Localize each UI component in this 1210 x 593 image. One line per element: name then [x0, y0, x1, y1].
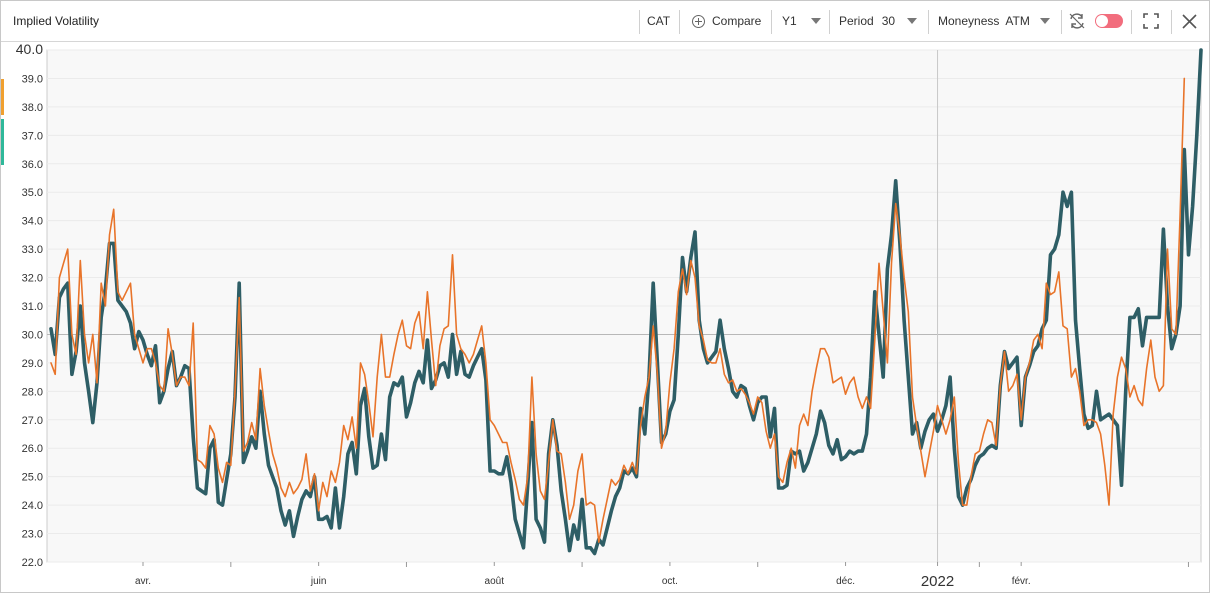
- refresh-button[interactable]: [1068, 1, 1086, 41]
- y-tick-label: 28.0: [22, 386, 43, 398]
- y-tick-label: 39.0: [22, 73, 43, 85]
- ticker-button[interactable]: CAT: [647, 1, 670, 41]
- y-tick-label: 31.0: [22, 301, 43, 313]
- separator: [679, 10, 680, 34]
- y-tick-label: 36.0: [22, 159, 43, 171]
- range-value: Y1: [782, 14, 797, 28]
- separator: [1171, 10, 1172, 34]
- volatility-chart: 22.0 23.0 24.0 25.0 26.0 27.0 28.0 29.0 30.0 31.0…: [16, 42, 1203, 590]
- separator: [1131, 10, 1132, 34]
- y-tick-label: 25.0: [22, 472, 43, 484]
- y-tick-label: 29.0: [22, 358, 43, 370]
- separator: [1061, 10, 1062, 34]
- title-bar: Implied Volatility CAT Compare Y1 Period…: [1, 1, 1209, 42]
- y-tick-label: 27.0: [22, 415, 43, 427]
- fullscreen-button[interactable]: [1143, 1, 1159, 41]
- chart-window: Implied Volatility CAT Compare Y1 Period…: [0, 0, 1210, 593]
- moneyness-value: ATM: [1005, 14, 1030, 28]
- toggle-knob: [1096, 15, 1108, 27]
- period-label: Period: [839, 14, 874, 28]
- x-tick-label: juin: [310, 576, 327, 587]
- y-tick-label: 22.0: [22, 557, 43, 569]
- y-tick-label: 26.0: [22, 443, 43, 455]
- close-icon: [1182, 13, 1197, 29]
- caret-down-icon: [1039, 18, 1050, 24]
- moneyness-label: Moneyness: [938, 14, 1000, 28]
- plus-circle-icon: [692, 14, 705, 28]
- x-tick-label: févr.: [1012, 576, 1031, 587]
- range-dropdown[interactable]: Y1: [782, 1, 821, 41]
- separator: [928, 10, 929, 34]
- compare-label: Compare: [712, 14, 762, 28]
- x-tick-label: 2022: [921, 573, 954, 590]
- caret-down-icon: [810, 18, 821, 24]
- caret-down-icon: [907, 18, 918, 24]
- period-value: 30: [881, 14, 896, 28]
- compare-button[interactable]: Compare: [692, 1, 761, 41]
- y-tick-label: 35.0: [22, 187, 43, 199]
- close-button[interactable]: [1182, 1, 1197, 41]
- y-tick-label: 37.0: [22, 130, 43, 142]
- ticker-label: CAT: [647, 14, 671, 28]
- period-dropdown[interactable]: Period 30: [839, 1, 918, 41]
- y-tick-label: 33.0: [22, 244, 43, 256]
- y-tick-label: 32.0: [22, 273, 43, 285]
- x-tick-label: oct.: [662, 576, 678, 587]
- y-tick-label: 34.0: [22, 216, 43, 228]
- y-tick-label: 38.0: [22, 102, 43, 114]
- y-tick-label: 24.0: [22, 500, 43, 512]
- fullscreen-icon: [1143, 13, 1159, 29]
- chart-title: Implied Volatility: [13, 14, 100, 28]
- x-tick-label: avr.: [135, 576, 151, 587]
- y-tick-label: 23.0: [22, 529, 43, 541]
- x-tick-label: déc.: [836, 576, 855, 587]
- separator: [829, 10, 830, 34]
- separator: [639, 10, 640, 34]
- separator: [771, 10, 772, 34]
- y-tick-label: 40.0: [16, 42, 43, 57]
- y-tick-label: 30.0: [22, 329, 43, 341]
- refresh-icon: [1069, 13, 1085, 29]
- toggle-switch[interactable]: [1095, 14, 1123, 28]
- x-tick-label: août: [485, 576, 505, 587]
- moneyness-dropdown[interactable]: Moneyness ATM: [938, 1, 1050, 41]
